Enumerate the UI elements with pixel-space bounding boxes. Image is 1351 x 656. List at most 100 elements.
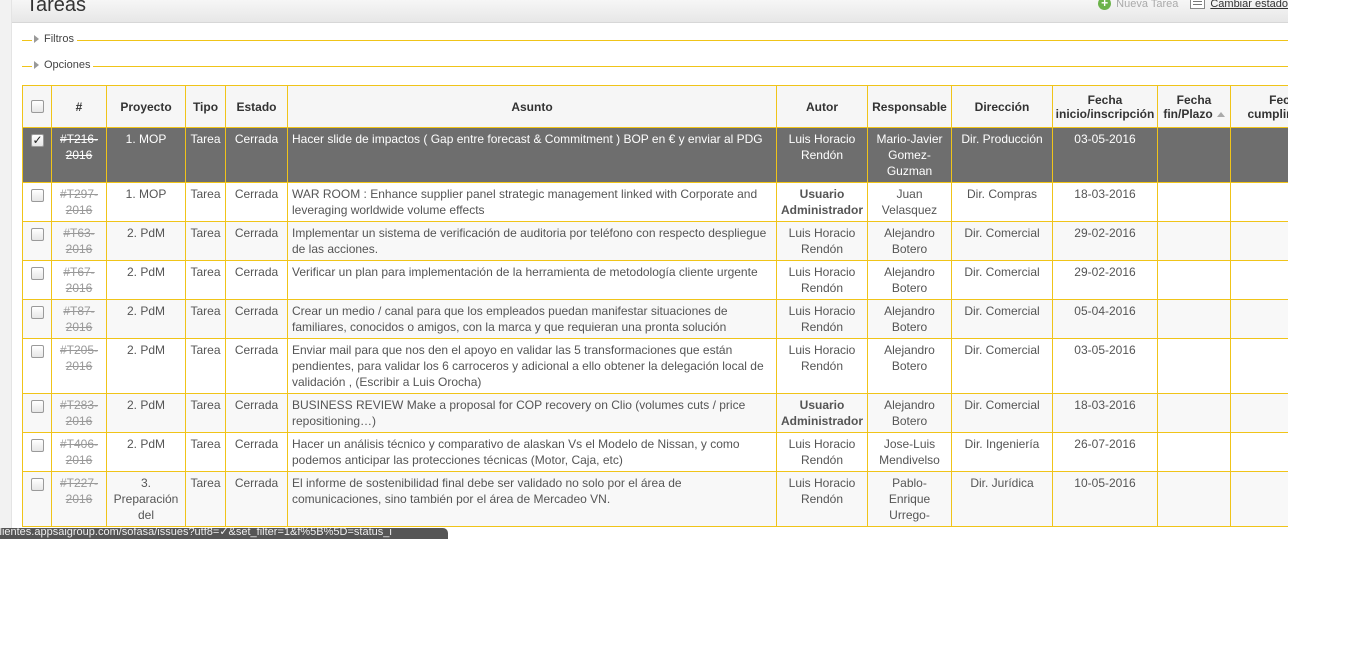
column-header[interactable]: Dirección xyxy=(951,85,1053,128)
state-cell: Cerrada xyxy=(234,226,279,240)
status-bar-url: clientes.appsaigroup.com/sofasa/issues?u… xyxy=(0,528,448,539)
column-header[interactable]: Proyecto xyxy=(106,85,186,128)
direction-cell: Dir. Comercial xyxy=(951,393,1053,433)
state-cell: Cerrada xyxy=(225,182,288,222)
row-checkbox[interactable] xyxy=(30,400,44,413)
issue-id-link[interactable]: #T216-2016 xyxy=(60,132,98,162)
responsible-cell[interactable]: Alejandro Botero xyxy=(884,343,935,373)
issue-id-link[interactable]: #T87-2016 xyxy=(63,304,94,334)
author-cell[interactable]: Usuario Administrador xyxy=(781,187,863,217)
start-date-cell: 03-05-2016 xyxy=(1052,127,1158,183)
subject-link[interactable]: Enviar mail para que nos den el apoyo en… xyxy=(292,343,764,389)
page-title: Tareas xyxy=(26,0,87,16)
done-date-cell xyxy=(1230,393,1288,433)
state-cell: Cerrada xyxy=(234,398,279,412)
issue-id-link[interactable]: #T283-2016 xyxy=(60,398,98,428)
row-checkbox[interactable] xyxy=(30,306,44,319)
issue-id-cell: #T67-2016 xyxy=(51,260,107,300)
responsible-cell[interactable]: Alejandro Botero xyxy=(884,265,935,295)
subject-link[interactable]: WAR ROOM : Enhance supplier panel strate… xyxy=(292,187,757,217)
state-cell: Cerrada xyxy=(234,343,279,357)
subject-link[interactable]: El informe de sostenibilidad final debe … xyxy=(292,476,682,506)
row-checkbox[interactable] xyxy=(30,439,44,452)
issue-id-link[interactable]: #T67-2016 xyxy=(63,265,94,295)
type-cell: Tarea xyxy=(185,221,226,261)
state-cell: Cerrada xyxy=(225,393,288,433)
issue-id-link[interactable]: #T205-2016 xyxy=(60,343,98,373)
subject-link[interactable]: Hacer un análisis técnico y comparativo … xyxy=(292,437,740,467)
responsible-cell[interactable]: Alejandro Botero xyxy=(884,226,935,256)
select-all-checkbox[interactable] xyxy=(30,100,44,113)
column-header[interactable]: Fecha cumplimiento xyxy=(1230,85,1288,128)
end-date-cell xyxy=(1157,432,1231,472)
end-date-cell xyxy=(1157,299,1231,339)
direction-cell: Dir. Comercial xyxy=(951,260,1053,300)
author-cell[interactable]: Luis Horacio Rendón xyxy=(789,304,856,334)
author-cell[interactable]: Luis Horacio Rendón xyxy=(789,265,856,295)
responsible-cell[interactable]: Juan Velasquez xyxy=(882,187,937,217)
done-date-cell xyxy=(1230,127,1288,183)
author-cell[interactable]: Luis Horacio Rendón xyxy=(789,132,856,162)
author-cell[interactable]: Luis Horacio Rendón xyxy=(789,226,856,256)
column-header[interactable]: # xyxy=(51,85,107,128)
subject-link[interactable]: BUSINESS REVIEW Make a proposal for COP … xyxy=(292,398,745,428)
issue-id-cell: #T406-2016 xyxy=(51,432,107,472)
table-row[interactable]: #T283-2016 2. PdM Tarea Cerrada BUSINESS REV… xyxy=(22,393,1288,433)
table-row[interactable]: #T216-2016 1. MOP Tarea Cerrada Hacer slide … xyxy=(22,127,1288,183)
options-toggle[interactable]: Opciones xyxy=(32,59,94,71)
row-checkbox[interactable] xyxy=(30,189,44,202)
responsible-cell[interactable]: Mario-Javier Gomez-Guzman xyxy=(876,132,942,178)
new-task-link[interactable]: + Nueva Tarea xyxy=(1098,0,1178,10)
subject-link[interactable]: Hacer slide de impactos ( Gap entre fore… xyxy=(292,132,763,146)
table-row[interactable]: #T67-2016 2. PdM Tarea Cerrada Verificar un … xyxy=(22,260,1288,300)
status-url: clientes.appsaigroup.com/sofasa/issues?u… xyxy=(0,528,392,538)
author-cell[interactable]: Usuario Administrador xyxy=(781,398,863,428)
row-checkbox[interactable] xyxy=(30,345,44,358)
row-checkbox[interactable] xyxy=(30,267,44,280)
select-all-cell xyxy=(22,85,52,128)
column-header[interactable]: Asunto xyxy=(287,85,777,128)
row-checkbox[interactable] xyxy=(30,478,44,491)
column-header[interactable]: Estado xyxy=(225,85,288,128)
issue-id-link[interactable]: #T63-2016 xyxy=(63,226,94,256)
responsible-cell[interactable]: Alejandro Botero xyxy=(884,304,935,334)
column-header-sorted[interactable]: Fecha fin/Plazo xyxy=(1157,85,1231,128)
project-cell: 3. Preparación del xyxy=(106,471,186,527)
issue-id-link[interactable]: #T406-2016 xyxy=(60,437,98,467)
responsible-cell[interactable]: Alejandro Botero xyxy=(884,398,935,428)
subject-link[interactable]: Implementar un sistema de verificación d… xyxy=(292,226,766,256)
responsible-cell[interactable]: Jose-Luis Mendivelso xyxy=(879,437,940,467)
type-cell: Tarea xyxy=(185,432,226,472)
column-header[interactable]: Autor xyxy=(776,85,868,128)
issue-id-link[interactable]: #T227-2016 xyxy=(60,476,98,506)
author-cell: Luis Horacio Rendón xyxy=(776,471,868,527)
checklist-icon xyxy=(1190,0,1206,9)
author-cell[interactable]: Luis Horacio Rendón xyxy=(789,437,856,467)
table-row[interactable]: #T205-2016 2. PdM Tarea Cerrada Enviar mail … xyxy=(22,338,1288,394)
author-cell[interactable]: Luis Horacio Rendón xyxy=(789,343,856,373)
author-cell[interactable]: Luis Horacio Rendón xyxy=(789,476,856,506)
table-row[interactable]: #T406-2016 2. PdM Tarea Cerrada Hacer un aná… xyxy=(22,432,1288,472)
project-cell: 2. PdM xyxy=(106,299,186,339)
row-select-cell xyxy=(22,393,52,433)
project-cell: 2. PdM xyxy=(106,260,186,300)
column-header[interactable]: Fecha inicio/inscripción xyxy=(1052,85,1158,128)
table-row[interactable]: #T87-2016 2. PdM Tarea Cerrada Crear un medi… xyxy=(22,299,1288,339)
table-row[interactable]: #T63-2016 2. PdM Tarea Cerrada Implementar u… xyxy=(22,221,1288,261)
issue-id-link[interactable]: #T297-2016 xyxy=(60,187,98,217)
table-row[interactable]: #T297-2016 1. MOP Tarea Cerrada WAR ROOM : E… xyxy=(22,182,1288,222)
project-cell: 1. MOP xyxy=(125,132,167,146)
end-date-cell xyxy=(1157,338,1231,394)
row-checkbox[interactable] xyxy=(30,132,44,148)
start-date-cell: 18-03-2016 xyxy=(1052,393,1158,433)
type-cell: Tarea xyxy=(190,304,221,318)
row-checkbox[interactable] xyxy=(30,228,44,241)
change-state-link[interactable]: Cambiar estado xyxy=(1190,0,1288,10)
filters-toggle[interactable]: Filtros xyxy=(32,33,77,45)
table-row[interactable]: #T227-2016 3. Preparación del Tarea Cerrada… xyxy=(22,471,1288,527)
column-header[interactable]: Tipo xyxy=(185,85,226,128)
responsible-cell[interactable]: Pablo-Enrique Urrego- xyxy=(889,476,930,522)
subject-link[interactable]: Verificar un plan para implementación de… xyxy=(292,265,758,279)
column-header[interactable]: Responsable xyxy=(867,85,952,128)
subject-link[interactable]: Crear un medio / canal para que los empl… xyxy=(292,304,728,334)
